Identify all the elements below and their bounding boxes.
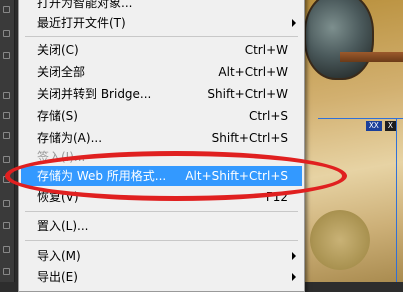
menu-item-label: 签入(I)... xyxy=(37,150,86,164)
tool-strip xyxy=(0,0,15,282)
menu-item-shortcut: F12 xyxy=(265,190,288,204)
menu-item-label: 置入(L)... xyxy=(37,219,89,233)
menu-item-label: 关闭全部 xyxy=(37,65,86,79)
menu-item-close-and-go-to-bridge[interactable]: 关闭并转到 Bridge... Shift+Ctrl+W xyxy=(21,84,302,104)
menu-item-close[interactable]: 关闭(C) Ctrl+W xyxy=(21,40,302,60)
tool-icon[interactable] xyxy=(3,176,10,183)
tool-icon[interactable] xyxy=(3,112,10,119)
menu-item-label: 导出(E) xyxy=(37,270,78,284)
menu-item-shortcut: Shift+Ctrl+S xyxy=(211,131,288,145)
tool-icon[interactable] xyxy=(3,200,10,207)
menu-item-recent-files[interactable]: 最近打开文件(T) xyxy=(21,13,302,33)
tool-icon[interactable] xyxy=(3,52,10,59)
menu-item-label: 最近打开文件(T) xyxy=(37,16,126,30)
menu-item-label: 关闭(C) xyxy=(37,43,79,57)
canvas-image-globe xyxy=(304,0,374,80)
menu-item-save-as[interactable]: 存储为(A)... Shift+Ctrl+S xyxy=(21,128,302,148)
canvas-tag: XX xyxy=(366,121,382,131)
menu-item-shortcut: Shift+Ctrl+W xyxy=(207,87,288,101)
menu-item-label: 恢复(V) xyxy=(37,190,79,204)
guide-line xyxy=(318,118,403,119)
tool-icon[interactable] xyxy=(3,132,10,139)
tool-icon[interactable] xyxy=(3,156,10,163)
menu-item-label: 关闭并转到 Bridge... xyxy=(37,87,152,101)
menu-item-export[interactable]: 导出(E) xyxy=(21,267,302,287)
menu-item-label: 导入(M) xyxy=(37,249,81,263)
menu-item-import[interactable]: 导入(M) xyxy=(21,246,302,266)
canvas-tag: X xyxy=(385,121,396,131)
tool-icon[interactable] xyxy=(3,92,10,99)
file-menu: 打开为智能对象... 最近打开文件(T) 关闭(C) Ctrl+W 关闭全部 A… xyxy=(18,0,305,292)
menu-separator xyxy=(25,240,298,241)
canvas-image-arm xyxy=(340,52,403,62)
menu-item-shortcut: Ctrl+W xyxy=(244,43,288,57)
canvas-image-foliage xyxy=(310,210,370,270)
menu-item-label: 存储为(A)... xyxy=(37,131,103,145)
menu-item-save-for-web[interactable]: 存储为 Web 所用格式... Alt+Shift+Ctrl+S xyxy=(21,166,302,186)
menu-item-shortcut: Ctrl+S xyxy=(248,109,288,123)
tool-icon[interactable] xyxy=(3,6,10,13)
tool-icon[interactable] xyxy=(3,222,10,229)
menu-item-label: 打开为智能对象... xyxy=(37,0,133,10)
menu-item-place[interactable]: 置入(L)... xyxy=(21,216,302,236)
submenu-arrow-icon xyxy=(292,252,296,260)
menu-item-open-as-smart-object[interactable]: 打开为智能对象... xyxy=(21,0,302,13)
tool-icon[interactable] xyxy=(3,268,10,275)
menu-item-label: 存储(S) xyxy=(37,109,78,123)
tool-icon[interactable] xyxy=(3,30,10,37)
menu-separator xyxy=(25,36,298,37)
menu-item-save[interactable]: 存储(S) Ctrl+S xyxy=(21,106,302,126)
menu-separator xyxy=(25,211,298,212)
guide-line xyxy=(396,118,397,282)
menu-item-shortcut: Alt+Ctrl+W xyxy=(218,65,288,79)
document-canvas: XX X xyxy=(300,0,403,282)
menu-item-label: 存储为 Web 所用格式... xyxy=(37,169,167,183)
menu-item-shortcut: Alt+Shift+Ctrl+S xyxy=(185,169,288,183)
tool-icon[interactable] xyxy=(3,246,10,253)
submenu-arrow-icon xyxy=(292,19,296,27)
menu-item-close-all[interactable]: 关闭全部 Alt+Ctrl+W xyxy=(21,62,302,82)
menu-item-revert[interactable]: 恢复(V) F12 xyxy=(21,187,302,207)
menu-item-check-in: 签入(I)... xyxy=(21,147,302,167)
submenu-arrow-icon xyxy=(292,273,296,281)
